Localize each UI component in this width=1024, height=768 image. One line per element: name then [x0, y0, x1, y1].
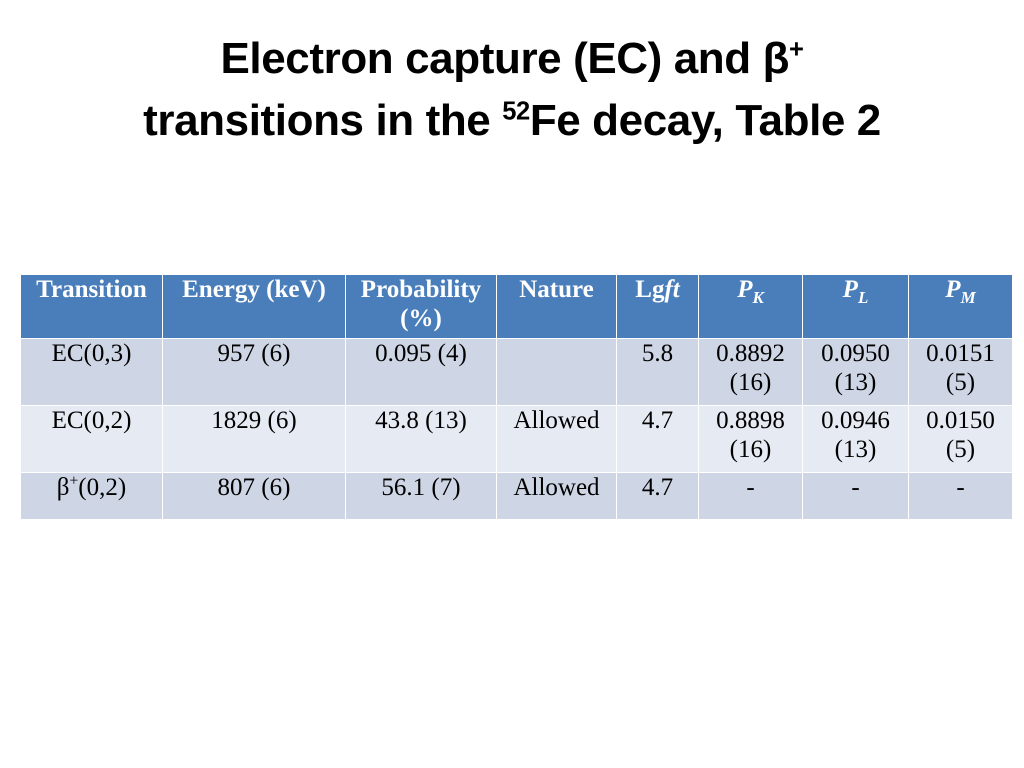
column-header-pm-subscript: M: [960, 288, 976, 307]
cell-pl-uncertainty: (13): [834, 369, 877, 396]
column-header-pk-symbol: P: [737, 276, 753, 303]
cell-pl: 0.0950 (13): [803, 339, 908, 405]
column-header-lgft-prefix: Lg: [635, 276, 665, 303]
cell-nature: Allowed: [497, 473, 616, 519]
cell-probability-text: 0.095 (4): [375, 340, 467, 367]
cell-probability: 43.8 (13): [346, 406, 496, 472]
cell-pl: 0.0946 (13): [803, 406, 908, 472]
column-header-pl: PL: [803, 275, 908, 338]
table-row: EC(0,2) 1829 (6) 43.8 (13) Allowed 4.7 0…: [21, 406, 1012, 472]
cell-pm-value: -: [956, 474, 965, 501]
cell-transition-text: (0,2): [78, 474, 127, 501]
cell-nature-text: Allowed: [513, 407, 600, 434]
cell-lgft-text: 4.7: [641, 407, 674, 434]
column-header-probability: Probability (%): [346, 275, 496, 338]
column-header-lgft-italic: ft: [664, 276, 680, 303]
cell-pk-value: 0.8898: [716, 407, 785, 434]
cell-energy-text: 807 (6): [217, 474, 291, 501]
column-header-pl-symbol: P: [842, 276, 858, 303]
cell-pk: 0.8898 (16): [699, 406, 802, 472]
cell-pl-value: -: [851, 474, 860, 501]
cell-lgft-text: 4.7: [641, 474, 674, 501]
cell-energy-text: 1829 (6): [211, 407, 297, 434]
cell-pl-value: 0.0946: [821, 407, 890, 434]
cell-energy: 807 (6): [163, 473, 345, 519]
column-header-pl-subscript: L: [857, 288, 869, 307]
page-title-line-2-prefix: transitions in the: [143, 96, 503, 146]
cell-pm-value: 0.0150: [926, 407, 995, 434]
column-header-lgft: Lgft: [617, 275, 698, 338]
transitions-table: Transition Energy (keV) Probability (%) …: [20, 274, 1013, 520]
cell-lgft-text: 5.8: [641, 340, 674, 367]
cell-nature: Allowed: [497, 406, 616, 472]
beta-plus-superscript: +: [789, 35, 804, 64]
cell-probability: 56.1 (7): [346, 473, 496, 519]
cell-energy-text: 957 (6): [217, 340, 291, 367]
cell-transition: EC(0,3): [21, 339, 162, 405]
column-header-pk-subscript: K: [752, 288, 764, 307]
cell-lgft: 5.8: [617, 339, 698, 405]
cell-pk-uncertainty: (16): [729, 369, 772, 396]
page-title: Electron capture (EC) and β+ transitions…: [0, 28, 1024, 153]
page-title-line-2: transitions in the 52Fe decay, Table 2: [0, 90, 1024, 152]
column-header-probability-unit: (%): [400, 305, 442, 332]
table-row: β+(0,2) 807 (6) 56.1 (7) Allowed 4.7 - -…: [21, 473, 1012, 519]
cell-lgft: 4.7: [617, 406, 698, 472]
column-header-nature-label: Nature: [519, 276, 594, 303]
cell-pk-uncertainty: (16): [729, 436, 772, 463]
column-header-pk: PK: [699, 275, 802, 338]
column-header-energy: Energy (keV): [163, 275, 345, 338]
cell-pk-value: -: [746, 474, 755, 501]
cell-nature: [497, 339, 616, 405]
column-header-nature: Nature: [497, 275, 616, 338]
table-row: EC(0,3) 957 (6) 0.095 (4) 5.8 0.8892 (16…: [21, 339, 1012, 405]
cell-lgft: 4.7: [617, 473, 698, 519]
cell-transition-text: EC(0,3): [51, 340, 132, 367]
cell-probability-text: 56.1 (7): [381, 474, 461, 501]
column-header-pm-symbol: P: [945, 276, 961, 303]
cell-transition: EC(0,2): [21, 406, 162, 472]
cell-transition: β+(0,2): [21, 473, 162, 519]
cell-pm: 0.0150 (5): [909, 406, 1012, 472]
cell-transition-text: EC(0,2): [51, 407, 132, 434]
cell-transition-symbol: β: [56, 474, 70, 501]
cell-pl: -: [803, 473, 908, 519]
cell-nature-text: Allowed: [513, 474, 600, 501]
cell-pk: -: [699, 473, 802, 519]
page-title-line-1: Electron capture (EC) and β+: [0, 28, 1024, 90]
cell-pk-value: 0.8892: [716, 340, 785, 367]
cell-pl-value: 0.0950: [821, 340, 890, 367]
cell-energy: 957 (6): [163, 339, 345, 405]
cell-probability-text: 43.8 (13): [375, 407, 467, 434]
cell-pk: 0.8892 (16): [699, 339, 802, 405]
cell-probability: 0.095 (4): [346, 339, 496, 405]
cell-transition-superscript: +: [69, 472, 79, 490]
cell-pm-value: 0.0151: [926, 340, 995, 367]
mass-number-superscript: 52: [502, 97, 530, 126]
cell-pm-uncertainty: (5): [945, 436, 976, 463]
table-header-row: Transition Energy (keV) Probability (%) …: [21, 275, 1012, 338]
column-header-transition-label: Transition: [36, 276, 147, 303]
cell-pm: 0.0151 (5): [909, 339, 1012, 405]
transitions-table-container: Transition Energy (keV) Probability (%) …: [20, 274, 1013, 520]
page-title-line-2-suffix: Fe decay, Table 2: [529, 96, 881, 146]
column-header-pm: PM: [909, 275, 1012, 338]
cell-pm-uncertainty: (5): [945, 369, 976, 396]
cell-energy: 1829 (6): [163, 406, 345, 472]
table-header: Transition Energy (keV) Probability (%) …: [21, 275, 1012, 338]
column-header-energy-label: Energy (keV): [182, 276, 326, 303]
column-header-probability-label: Probability: [360, 276, 482, 303]
cell-pl-uncertainty: (13): [834, 436, 877, 463]
column-header-transition: Transition: [21, 275, 162, 338]
cell-pm: -: [909, 473, 1012, 519]
table-body: EC(0,3) 957 (6) 0.095 (4) 5.8 0.8892 (16…: [21, 339, 1012, 519]
page-title-line-1-text: Electron capture (EC) and β: [220, 34, 790, 83]
